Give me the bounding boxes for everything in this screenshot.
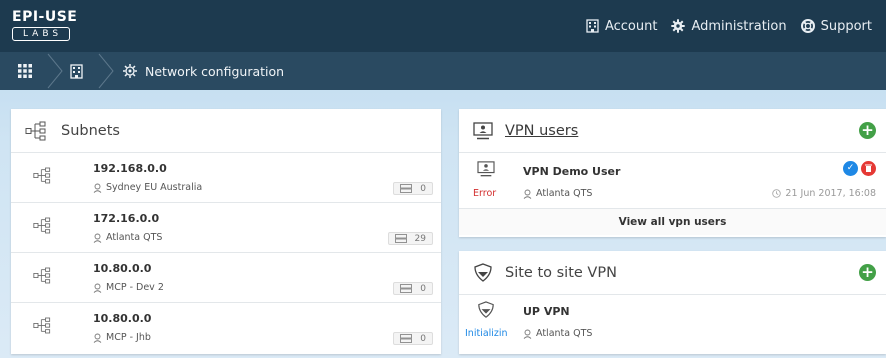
logo-top-text: EPI-USE [12,9,78,25]
breadcrumb-chevron-icon [98,53,114,89]
subnets-header: Subnets [11,109,441,153]
apps-grid-icon[interactable] [18,64,32,78]
subnet-address: 172.16.0.0 [93,212,160,225]
subnets-panel: Subnets 192.168.0.0 Sydney EU Australia … [11,109,441,354]
site-to-site-name: UP VPN [523,305,570,318]
vpn-user-name: VPN Demo User [523,165,621,178]
subnet-address: 10.80.0.0 [93,312,152,325]
administration-label: Administration [691,18,787,34]
subnet-count: 0 [420,333,426,344]
subnet-count-badge: 29 [387,232,433,245]
lifebuoy-icon [800,19,815,33]
location-pin-icon [523,189,532,199]
logo-bottom-text: LABS [12,27,70,41]
location-pin-icon [93,283,102,293]
building-icon [586,19,599,33]
location-pin-icon [93,183,102,193]
site-to-site-header: Site to site VPN + [459,251,886,295]
confirm-button[interactable]: ✓ [843,161,858,176]
monitor-user-icon [473,121,493,139]
delete-button[interactable] [861,161,876,176]
network-tree-icon [33,217,51,234]
subnet-count: 0 [420,183,426,194]
site-to-site-location-label: Atlanta QTS [536,328,593,339]
subnet-location-label: MCP - Dev 2 [106,282,164,293]
subnet-location-label: Atlanta QTS [106,232,163,243]
view-all-vpn-users-button[interactable]: View all vpn users [459,209,886,235]
subnet-location: Atlanta QTS [93,232,162,243]
location-pin-icon [93,333,102,343]
epi-use-labs-logo[interactable]: EPI-USE LABS [12,9,78,43]
breadcrumb: Network configuration [0,52,886,90]
site-to-site-status: Initializin [465,328,508,339]
site-to-site-row[interactable]: Initializin UP VPN Atlanta QTS [459,295,886,349]
account-link[interactable]: Account [586,18,658,34]
server-icon [400,334,413,343]
clock-icon [772,189,782,198]
vpn-shield-icon [474,262,492,282]
trash-icon [865,164,872,172]
vpn-user-status: Error [473,188,497,199]
location-pin-icon [523,329,532,339]
vpn-shield-icon [478,301,494,318]
subnet-count-badge: 0 [393,182,433,195]
server-icon [400,284,413,293]
vpn-user-date: 21 Jun 2017, 16:08 [772,188,876,199]
building-icon[interactable] [70,63,83,79]
subnet-address: 10.80.0.0 [93,262,152,275]
subnet-count-badge: 0 [393,332,433,345]
subnet-count: 29 [414,233,426,244]
site-to-site-panel: Site to site VPN + Initializin UP VPN At… [459,251,886,354]
server-icon [400,184,413,193]
support-label: Support [820,18,872,34]
vpn-users-panel: VPN users + Error VPN Demo User Atlanta … [459,109,886,237]
subnet-row[interactable]: 10.80.0.0 MCP - Dev 2 0 [11,253,441,303]
vpn-user-location: Atlanta QTS [523,188,592,199]
subnet-address: 192.168.0.0 [93,162,167,175]
subnet-location: Sydney EU Australia [93,182,202,193]
subnet-row[interactable]: 172.16.0.0 Atlanta QTS 29 [11,203,441,253]
add-vpn-user-button[interactable]: + [859,122,876,139]
breadcrumb-current: Network configuration [145,63,285,79]
subnet-location-label: MCP - Jhb [106,332,151,343]
location-pin-icon [93,233,102,243]
gear-icon [671,19,686,33]
top-nav: Account Administration Support [586,0,886,52]
subnet-row[interactable]: 192.168.0.0 Sydney EU Australia 0 [11,153,441,203]
server-icon [394,234,407,243]
subnet-count-badge: 0 [393,282,433,295]
subnet-location: MCP - Dev 2 [93,282,164,293]
account-label: Account [604,18,658,34]
vpn-users-header: VPN users + [459,109,886,153]
subnet-location: MCP - Jhb [93,332,151,343]
monitor-user-icon [477,161,495,177]
network-tree-icon [33,317,51,334]
administration-link[interactable]: Administration [671,18,787,34]
support-link[interactable]: Support [800,18,872,34]
subnet-location-label: Sydney EU Australia [106,182,203,193]
site-to-site-location: Atlanta QTS [523,328,592,339]
subnets-title: Subnets [61,122,120,139]
network-tree-icon [25,121,46,140]
site-to-site-title: Site to site VPN [505,264,617,281]
breadcrumb-chevron-icon [47,53,63,89]
add-site-to-site-button[interactable]: + [859,264,876,281]
vpn-user-location-label: Atlanta QTS [536,188,593,199]
vpn-user-date-label: 21 Jun 2017, 16:08 [785,188,876,199]
top-bar: EPI-USE LABS Account Administration Supp… [0,0,886,52]
network-tree-icon [33,267,51,284]
subnet-row[interactable]: 10.80.0.0 MCP - Jhb 0 [11,303,441,353]
network-gear-icon [123,64,137,78]
vpn-users-title[interactable]: VPN users [505,123,578,139]
vpn-user-row[interactable]: Error VPN Demo User Atlanta QTS ✓ 21 Jun… [459,153,886,209]
subnet-count: 0 [420,283,426,294]
network-tree-icon [33,167,51,184]
